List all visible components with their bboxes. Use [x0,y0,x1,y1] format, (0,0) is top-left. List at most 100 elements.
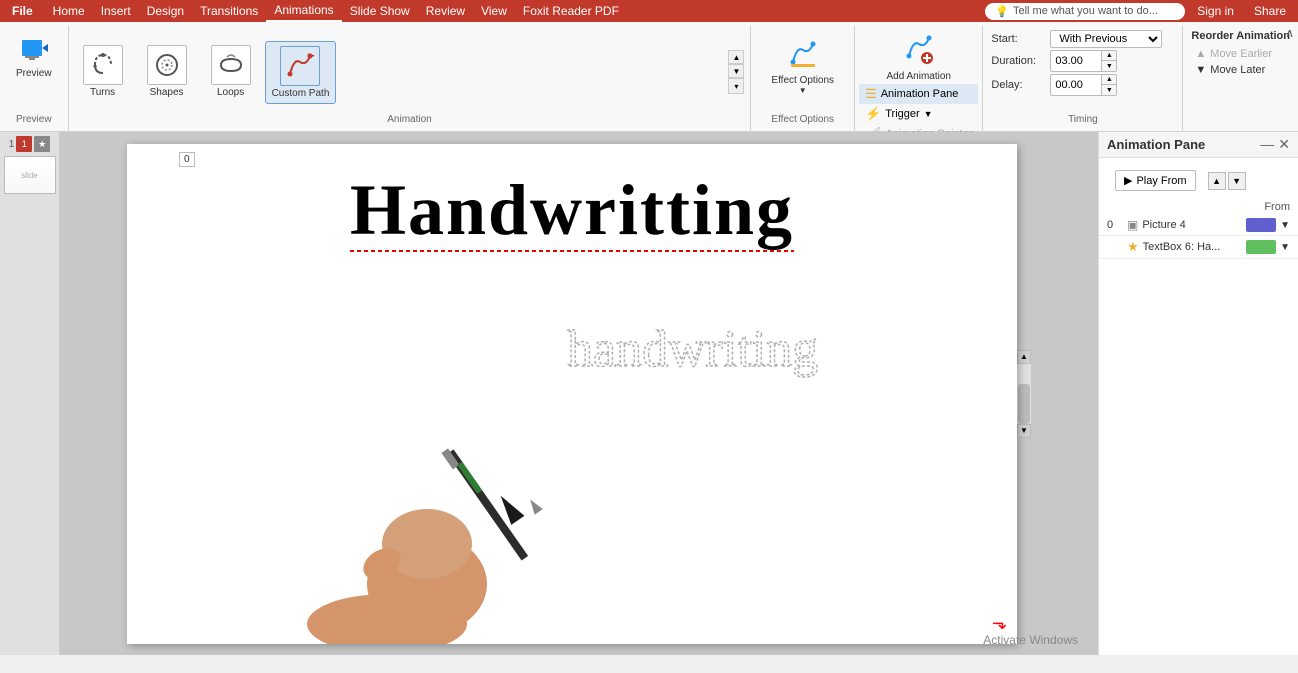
menu-view[interactable]: View [473,0,515,22]
add-animation-btn[interactable]: Add Animation [859,30,978,82]
timing-start-row: Start: With Previous On Click After Prev… [991,30,1174,48]
cursive-text-area: handwriting [557,286,997,406]
menu-review[interactable]: Review [418,0,473,22]
anim-item2-star: ★ [1127,239,1139,255]
duration-input[interactable] [1051,54,1101,68]
anim-item-custom-path[interactable]: Custom Path [265,41,337,104]
ribbon-preview-section: Preview Preview [0,26,69,131]
menu-slideshow[interactable]: Slide Show [342,0,418,22]
start-label: Start: [991,33,1046,45]
pane-close-icon[interactable]: ✕ [1278,136,1290,153]
trigger-btn[interactable]: ⚡ Trigger ▼ [859,104,978,124]
main-area: 1 1 ★ slide 0 0 Handwritting [0,132,1298,655]
add-animation-label: Add Animation [886,71,951,82]
anim-item1-dropdown[interactable]: ▼ [1280,220,1290,231]
scrollbar-thumb[interactable] [1018,384,1030,424]
timing-section-label: Timing [991,114,1174,127]
menu-animations[interactable]: Animations [266,0,341,22]
anim-item2-label: TextBox 6: Ha... [1143,241,1242,253]
preview-btn[interactable]: Preview [8,30,60,83]
share-btn[interactable]: Share [1246,2,1294,20]
animation-section: Turns Shapes [69,26,752,131]
anim-item2-dropdown[interactable]: ▼ [1280,242,1290,253]
menu-foxit[interactable]: Foxit Reader PDF [515,0,627,22]
scroll-down-btn[interactable]: ▼ [728,64,744,78]
canvas-scrollbar: ▲ ▼ [1017,350,1031,438]
ribbon-expand-btn[interactable]: ∧ [1285,26,1294,40]
anim-item1-num: 0 [1107,219,1123,231]
move-later-label: Move Later [1210,64,1265,76]
scroll-down-arrow[interactable]: ▼ [1017,424,1031,438]
svg-text:handwriting: handwriting [567,321,818,378]
scroll-up-arrow[interactable]: ▲ [1017,350,1031,364]
slide-number: 1 [9,139,15,150]
trigger-arrow: ▼ [924,109,933,119]
menu-file[interactable]: File [4,0,41,22]
delay-input-wrap[interactable]: ▲ ▼ [1050,74,1117,96]
slide-thumbnail[interactable]: slide [4,156,56,194]
effect-section-label: Effect Options [771,114,834,127]
shapes-label: Shapes [150,87,184,98]
menu-transitions[interactable]: Transitions [192,0,266,22]
tell-me-input[interactable]: 💡 Tell me what you want to do... [985,3,1185,20]
animation-pane-label: Animation Pane [881,88,959,100]
delay-up[interactable]: ▲ [1102,75,1116,85]
anim-list-item-2[interactable]: ★ TextBox 6: Ha... ▼ [1099,236,1298,259]
move-earlier-icon: ▲ [1195,48,1206,60]
effect-options-dropdown-arrow: ▼ [799,86,807,95]
nav-up-arrow[interactable]: ▲ [1208,172,1226,190]
custom-path-label: Custom Path [272,88,330,99]
delay-label: Delay: [991,79,1046,91]
preview-section-label: Preview [16,112,52,127]
effect-options-icon [787,38,819,73]
timing-duration-row: Duration: ▲ ▼ [991,50,1174,72]
turns-icon [83,45,123,85]
move-later-icon: ▼ [1195,64,1206,76]
anim-item-turns[interactable]: Turns [73,41,133,104]
start-input[interactable]: With Previous On Click After Previous [1050,30,1162,48]
effect-section: Effect Options ▼ Effect Options [751,26,855,131]
slide-star-icon: ★ [34,136,50,152]
menu-home[interactable]: Home [45,0,93,22]
slide-canvas[interactable]: 0 0 Handwritting [127,144,1017,644]
play-from-btn[interactable]: ▶ Play From [1115,170,1196,191]
duration-input-wrap[interactable]: ▲ ▼ [1050,50,1117,72]
nav-down-arrow[interactable]: ▼ [1228,172,1246,190]
from-label: From [1264,201,1290,213]
delay-input[interactable] [1051,78,1101,92]
menu-design[interactable]: Design [139,0,192,22]
anim-item1-color-bar [1246,218,1276,232]
pane-icon: ☰ [865,86,877,102]
duration-spinner: ▲ ▼ [1101,51,1116,71]
custom-path-icon [280,46,320,86]
sign-in-btn[interactable]: Sign in [1189,2,1242,20]
slide-content: Handwritting [127,144,1017,644]
trigger-icon: ⚡ [865,106,881,122]
image-area: handwriting ⬎ [127,266,1017,644]
move-earlier-btn[interactable]: ▲ Move Earlier [1191,46,1290,62]
scroll-up-btn[interactable]: ▲ [728,50,744,64]
animation-pane: Animation Pane — ✕ ▶ Play From ▲ ▼ From … [1098,132,1298,655]
anim-list-item-1[interactable]: 0 ▣ Picture 4 ▼ [1099,215,1298,236]
animation-scroll: ▲ ▼ ▾ [726,50,746,94]
pane-minimize-icon[interactable]: — [1260,136,1274,153]
scroll-expand-btn[interactable]: ▾ [728,78,744,94]
move-earlier-label: Move Earlier [1210,48,1272,60]
duration-up[interactable]: ▲ [1102,51,1116,61]
animation-pane-btn[interactable]: ☰ Animation Pane [859,84,978,104]
anim-item-loops[interactable]: Loops [201,41,261,104]
timing-delay-row: Delay: ▲ ▼ [991,74,1174,96]
corner-marker: ⬎ [992,613,1007,634]
slide-title[interactable]: Handwritting [350,174,794,246]
menu-insert[interactable]: Insert [93,0,139,22]
effect-options-btn[interactable]: Effect Options ▼ [759,30,846,103]
turns-label: Turns [90,87,115,98]
delay-down[interactable]: ▼ [1102,85,1116,95]
move-later-btn[interactable]: ▼ Move Later [1191,62,1290,78]
play-icon: ▶ [1124,174,1132,187]
loops-label: Loops [217,87,244,98]
anim-item-shapes[interactable]: Shapes [137,41,197,104]
menu-bar: File Home Insert Design Transitions Anim… [0,0,1298,22]
start-select[interactable]: With Previous On Click After Previous [1051,31,1161,47]
duration-down[interactable]: ▼ [1102,61,1116,71]
